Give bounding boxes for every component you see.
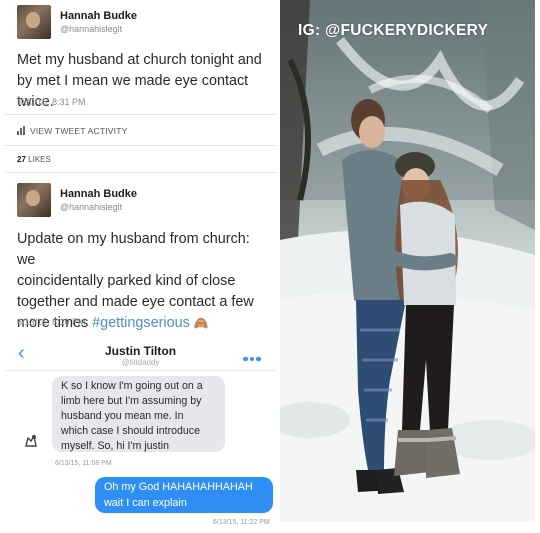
likes-number: 27 xyxy=(17,155,26,164)
divider xyxy=(5,370,276,371)
contact-handle: @tiltdaddy xyxy=(121,358,160,367)
avatar[interactable] xyxy=(17,183,51,217)
more-options-icon[interactable] xyxy=(243,348,265,361)
author-name[interactable]: Hannah Budke xyxy=(60,188,137,200)
view-tweet-activity-label: VIEW TWEET ACTIVITY xyxy=(30,126,128,136)
message-line: which case I should introduce xyxy=(61,425,200,437)
tweet-text-line: coincidentally parked kind of close xyxy=(17,273,236,289)
tweet-text-line: together and made eye contact a few xyxy=(17,294,254,310)
bar-chart-icon xyxy=(17,126,26,137)
likes-label: LIKES xyxy=(28,155,51,164)
outgoing-message-bubble[interactable]: Oh my God HAHAHAHHAHAH wait I can explai… xyxy=(95,477,273,513)
view-tweet-activity-link[interactable]: VIEW TWEET ACTIVITY xyxy=(17,126,127,137)
message-line: Oh my God HAHAHAHHAHAH xyxy=(104,481,253,493)
hashtag-link[interactable]: #gettingserious xyxy=(92,315,190,331)
avatar[interactable] xyxy=(17,5,51,39)
tweet-timestamp: 5/30/15, 8:31 PM xyxy=(17,97,86,107)
message-line: wait I can explain xyxy=(104,496,187,509)
contact-name[interactable]: Justin Tilton xyxy=(5,344,276,358)
message-timestamp: 6/13/15, 11:08 PM xyxy=(55,460,112,467)
conversation-panel: Hannah Budke @hannahislegit Met my husba… xyxy=(5,0,276,533)
author-handle[interactable]: @hannahislegit xyxy=(60,202,122,212)
tweet-timestamp: 6/13/15, 8:10 PM xyxy=(17,317,86,327)
couple-snow-photo: IG: @FUCKERYDICKERY xyxy=(280,0,535,522)
divider xyxy=(5,114,276,115)
photo-illustration xyxy=(280,0,535,522)
divider xyxy=(5,172,276,173)
sender-avatar-icon[interactable] xyxy=(22,432,40,450)
divider xyxy=(5,145,276,146)
see-no-evil-monkey-icon: 🙈 xyxy=(193,316,209,330)
instagram-watermark: IG: @FUCKERYDICKERY xyxy=(298,22,489,39)
message-line: husband you mean me. In xyxy=(61,410,184,422)
message-line: myself. So, hi I'm justin xyxy=(61,440,169,452)
author-handle[interactable]: @hannahislegit xyxy=(60,24,122,34)
incoming-message-bubble[interactable]: K so I know I'm going out on a limb here… xyxy=(52,376,225,452)
author-name[interactable]: Hannah Budke xyxy=(60,10,137,22)
message-timestamp: 6/13/15, 11:22 PM xyxy=(213,519,270,526)
screenshot-collage: Hannah Budke @hannahislegit Met my husba… xyxy=(0,0,540,533)
tweet-text-line: Update on my husband from church: we xyxy=(17,231,250,268)
message-line: limb here but I'm assuming by xyxy=(61,395,202,407)
message-line: K so I know I'm going out on a xyxy=(61,380,203,392)
likes-count[interactable]: 27 LIKES xyxy=(17,155,51,164)
imessage-thread: ‹ Justin Tilton @tiltdaddy K so I know I… xyxy=(5,336,276,533)
